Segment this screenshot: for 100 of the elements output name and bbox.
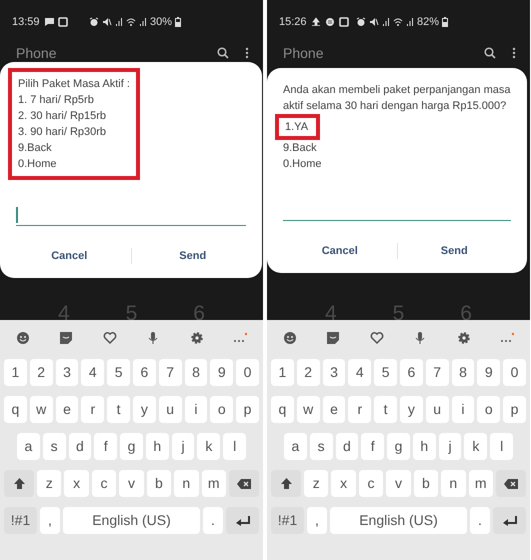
backspace-key[interactable] <box>496 470 526 497</box>
keyboard-key[interactable]: j <box>172 433 194 460</box>
shift-key[interactable] <box>271 470 301 497</box>
settings-icon[interactable] <box>190 331 204 345</box>
comma-key[interactable]: , <box>40 507 60 534</box>
keyboard-key[interactable]: z <box>304 470 328 497</box>
keyboard-key[interactable]: g <box>120 433 143 460</box>
keyboard-key[interactable]: 2 <box>296 359 320 386</box>
keyboard-key[interactable]: j <box>438 433 462 460</box>
keyboard-key[interactable]: 0 <box>503 359 526 386</box>
microphone-icon[interactable] <box>413 331 428 345</box>
backspace-key[interactable] <box>228 470 259 497</box>
keyboard-key[interactable]: q <box>4 396 27 423</box>
dialog-button[interactable]: Send <box>132 242 254 270</box>
keyboard-key[interactable]: z <box>37 470 62 497</box>
keyboard-key[interactable]: n <box>441 470 466 497</box>
keyboard-key[interactable]: 5 <box>107 359 130 386</box>
keyboard-key[interactable]: y <box>132 396 156 423</box>
keyboard-key[interactable]: p <box>503 396 526 423</box>
keyboard-key[interactable]: s <box>310 433 333 460</box>
keyboard-key[interactable]: 5 <box>374 359 397 386</box>
keyboard-key[interactable]: l <box>490 433 514 460</box>
keyboard-key[interactable]: 0 <box>236 359 259 386</box>
keyboard-key[interactable]: 7 <box>426 359 449 386</box>
keyboard-key[interactable]: e <box>56 396 78 423</box>
keyboard-key[interactable]: 1 <box>4 359 27 386</box>
more-options-icon[interactable] <box>512 47 516 59</box>
keyboard-key[interactable]: 6 <box>400 359 423 386</box>
enter-key[interactable] <box>226 507 259 534</box>
keyboard-key[interactable]: o <box>477 396 500 423</box>
space-key[interactable]: English (US) <box>330 507 467 534</box>
keyboard-key[interactable]: o <box>210 396 234 423</box>
keyboard-key[interactable]: t <box>107 396 130 423</box>
keyboard-key[interactable]: 4 <box>348 359 372 386</box>
period-key[interactable]: . <box>203 507 223 534</box>
keyboard-key[interactable]: m <box>202 470 226 497</box>
keyboard-key[interactable]: a <box>284 433 307 460</box>
keyboard-key[interactable]: u <box>426 396 449 423</box>
keyboard-key[interactable]: c <box>92 470 116 497</box>
keyboard-key[interactable]: 8 <box>452 359 474 386</box>
space-key[interactable]: English (US) <box>63 507 200 534</box>
settings-icon[interactable] <box>456 331 471 345</box>
search-icon[interactable] <box>484 47 496 59</box>
keyboard-key[interactable]: w <box>30 396 53 423</box>
keyboard-key[interactable]: g <box>387 433 410 460</box>
keyboard-key[interactable]: k <box>197 433 220 460</box>
keyboard-key[interactable]: l <box>223 433 246 460</box>
keyboard-key[interactable]: n <box>174 470 199 497</box>
keyboard-key[interactable]: f <box>94 433 118 460</box>
microphone-icon[interactable] <box>146 331 160 345</box>
keyboard-key[interactable]: e <box>322 396 346 423</box>
period-key[interactable]: . <box>470 507 490 534</box>
keyboard-key[interactable]: p <box>236 396 259 423</box>
keyboard-key[interactable]: i <box>184 396 208 423</box>
more-icon[interactable] <box>232 331 247 345</box>
keyboard-key[interactable]: w <box>296 396 320 423</box>
keyboard-key[interactable]: d <box>68 433 92 460</box>
keyboard-key[interactable]: 1 <box>271 359 294 386</box>
keyboard-key[interactable]: k <box>464 433 488 460</box>
keyboard-key[interactable]: r <box>348 396 372 423</box>
keyboard-key[interactable]: m <box>468 470 493 497</box>
keyboard-key[interactable]: b <box>414 470 438 497</box>
keyboard-key[interactable]: 2 <box>30 359 53 386</box>
keyboard-key[interactable]: 7 <box>158 359 182 386</box>
symbols-key[interactable]: !#1 <box>4 507 37 534</box>
keyboard-key[interactable]: x <box>331 470 356 497</box>
keyboard-key[interactable]: v <box>119 470 144 497</box>
heart-icon[interactable] <box>102 331 117 345</box>
keyboard-key[interactable]: h <box>412 433 436 460</box>
keyboard-key[interactable]: c <box>358 470 384 497</box>
more-options-icon[interactable] <box>245 47 249 59</box>
dialog-button[interactable]: Cancel <box>283 236 396 266</box>
comma-key[interactable]: , <box>307 507 327 534</box>
keyboard-key[interactable]: d <box>336 433 358 460</box>
emoji-icon[interactable] <box>16 331 30 345</box>
keyboard-key[interactable]: 9 <box>210 359 234 386</box>
keyboard-key[interactable]: u <box>158 396 182 423</box>
emoji-icon[interactable] <box>283 331 297 345</box>
search-icon[interactable] <box>217 47 229 59</box>
keyboard-key[interactable]: 8 <box>184 359 208 386</box>
keyboard-key[interactable]: 4 <box>81 359 104 386</box>
keyboard-key[interactable]: v <box>386 470 411 497</box>
keyboard-key[interactable]: 6 <box>132 359 156 386</box>
input-field[interactable] <box>16 204 246 226</box>
dialog-button[interactable]: Cancel <box>8 242 130 270</box>
keyboard-key[interactable]: 3 <box>56 359 78 386</box>
keyboard-key[interactable]: y <box>400 396 423 423</box>
sticker-icon[interactable] <box>326 331 340 345</box>
keyboard-key[interactable]: b <box>146 470 172 497</box>
keyboard-key[interactable]: f <box>361 433 384 460</box>
keyboard-key[interactable]: t <box>374 396 397 423</box>
enter-key[interactable] <box>493 507 526 534</box>
keyboard-key[interactable]: 3 <box>322 359 346 386</box>
keyboard-key[interactable]: q <box>271 396 294 423</box>
dialog-button[interactable]: Send <box>398 236 511 266</box>
keyboard-key[interactable]: 9 <box>477 359 500 386</box>
sticker-icon[interactable] <box>59 331 74 345</box>
more-icon[interactable] <box>500 331 514 345</box>
keyboard-key[interactable]: x <box>64 470 89 497</box>
heart-icon[interactable] <box>370 331 384 345</box>
